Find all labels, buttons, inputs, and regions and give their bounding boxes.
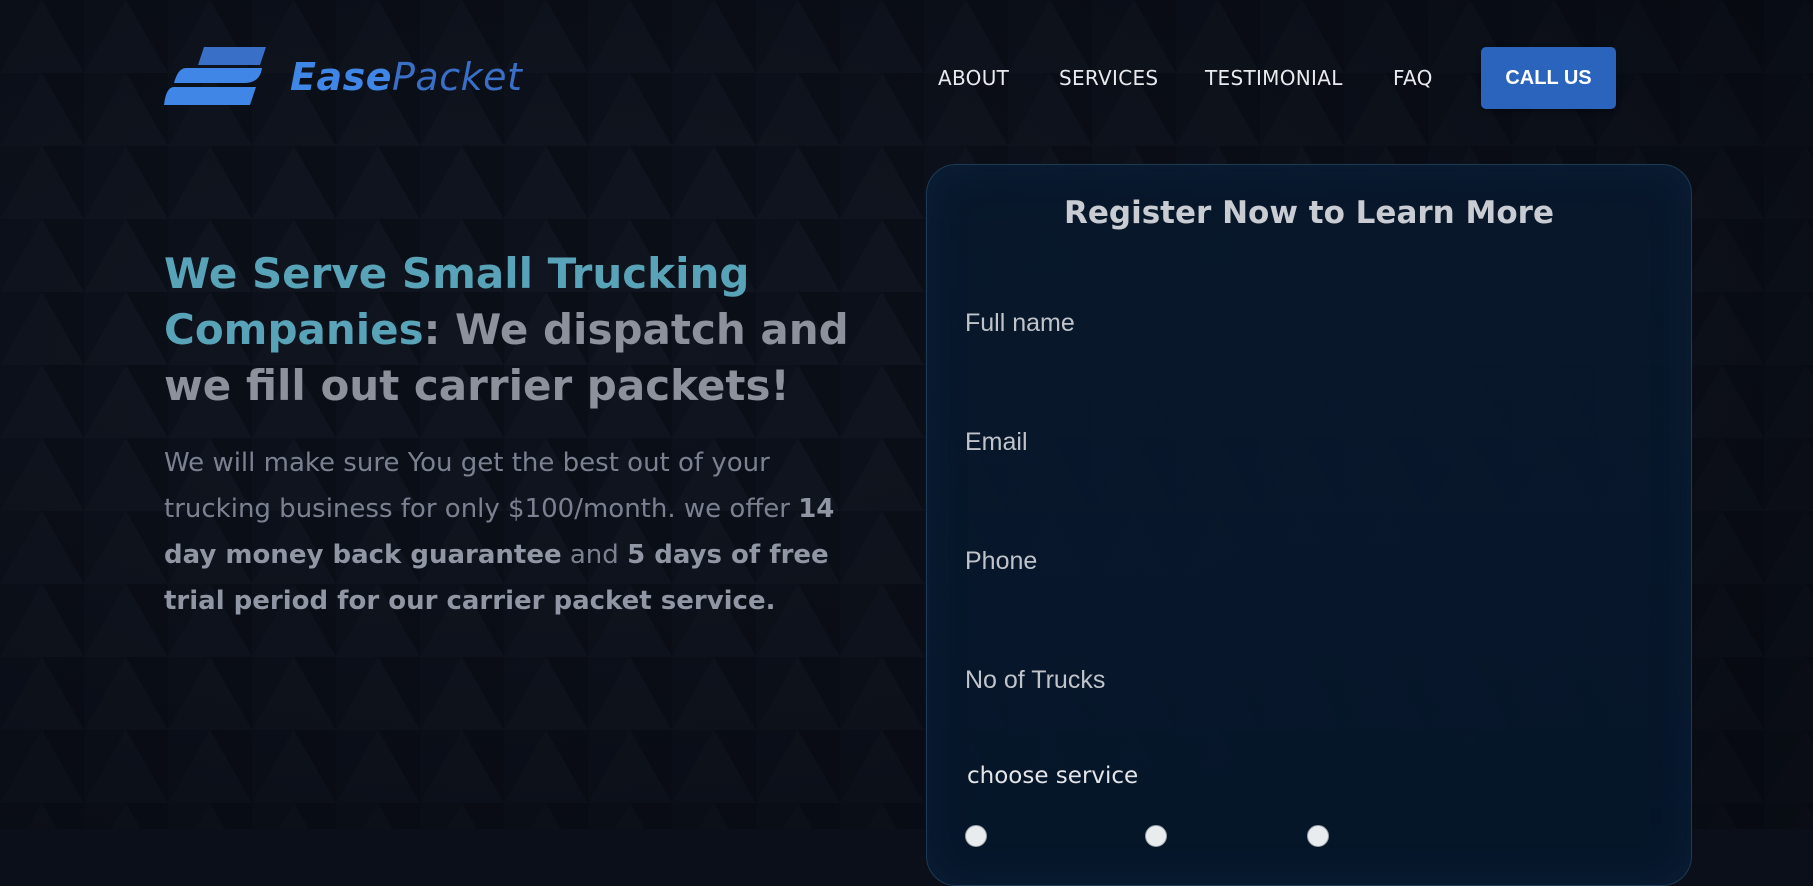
nav-link-about[interactable]: ABOUT: [938, 66, 1009, 90]
brand-name-part1: Ease: [290, 55, 392, 99]
hero-text-part1: We will make sure You get the best out o…: [164, 448, 799, 524]
hero-text-part2: and: [561, 540, 628, 570]
call-us-button[interactable]: CALL US: [1481, 47, 1616, 109]
hero-description: We will make sure You get the best out o…: [164, 440, 884, 624]
nav-link-faq[interactable]: FAQ: [1393, 66, 1433, 90]
choose-service-label: choose service: [967, 763, 1139, 789]
hero-title: We Serve Small Trucking Companies: We di…: [164, 246, 884, 414]
brand-name-part2: Packet: [392, 55, 523, 99]
nav-link-testimonial[interactable]: TESTIMONIAL: [1205, 66, 1343, 90]
logo-mark-icon: [164, 47, 266, 105]
register-form: Register Now to Learn More choose servic…: [926, 164, 1692, 886]
phone-field[interactable]: [965, 537, 1655, 585]
full-name-field[interactable]: [965, 299, 1655, 347]
service-option-1-radio-icon[interactable]: [965, 825, 987, 847]
trucks-count-field[interactable]: [965, 656, 1655, 704]
email-field[interactable]: [965, 418, 1655, 466]
form-title: Register Now to Learn More: [1064, 195, 1554, 231]
service-option-2-radio-icon[interactable]: [1145, 825, 1167, 847]
nav-link-services[interactable]: SERVICES: [1059, 66, 1158, 90]
brand-logo[interactable]: EasePacket: [164, 47, 522, 107]
brand-name: EasePacket: [290, 58, 522, 96]
service-option-3-radio-icon[interactable]: [1307, 825, 1329, 847]
